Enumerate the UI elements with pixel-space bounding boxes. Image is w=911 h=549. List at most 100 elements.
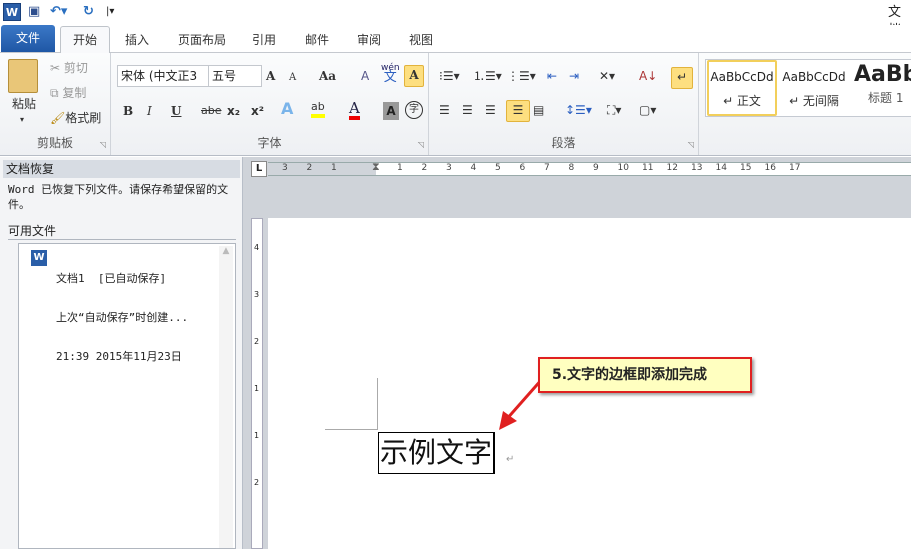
align-left-button[interactable]: ☰ <box>439 101 450 119</box>
text-effects-button[interactable]: A <box>281 100 293 118</box>
font-color-button[interactable]: A <box>349 100 360 120</box>
tab-insert[interactable]: 插入 <box>118 29 156 53</box>
character-shading-button[interactable]: A <box>383 102 399 120</box>
horizontal-ruler[interactable]: 3 2 1 1 2 3 4 5 6 7 8 9 10 11 12 13 14 15 16 17 ⧗ <box>268 160 911 176</box>
file-name: 文档1 [已自动保存] <box>56 272 167 285</box>
ribbon-tabs: 文件 开始 插入 页面布局 引用 邮件 审阅 视图 <box>0 25 911 54</box>
scrollbar[interactable]: ▲ <box>219 246 233 548</box>
ruler-tick-label: 3 <box>446 163 452 173</box>
tab-page-layout[interactable]: 页面布局 <box>170 29 234 53</box>
font-group-label: 字体 <box>257 136 282 150</box>
chinese-layout-button[interactable]: ✕▾ <box>599 67 615 85</box>
redo-icon[interactable]: ↻ <box>83 3 94 21</box>
shading-button[interactable]: ⛶▾ <box>607 101 621 119</box>
underline-button[interactable]: U <box>171 102 181 120</box>
grow-font-button[interactable]: A <box>266 67 275 85</box>
save-icon[interactable]: ▣ <box>28 3 40 21</box>
pane-title: 文档恢复 <box>3 160 240 178</box>
paint-bucket-icon: ⛶▾ <box>607 103 622 117</box>
tab-mailings[interactable]: 邮件 <box>298 29 336 53</box>
tab-view[interactable]: 视图 <box>402 29 440 53</box>
vertical-ruler-label: 4 <box>254 243 260 252</box>
styles-gallery: AaBbCcDd ↵ 正文 AaBbCcDd ↵ 无间隔 AaBb 标题 1 <box>705 59 911 117</box>
style-heading-1[interactable]: AaBb 标题 1 <box>854 60 911 114</box>
font-name-combo[interactable]: 宋体 (中文正3 <box>117 65 209 87</box>
highlight-button[interactable]: ab <box>311 100 325 118</box>
line-spacing-button[interactable]: ↕☰▾ <box>565 101 592 119</box>
bordered-sample-text[interactable]: 示例文字 <box>378 432 496 474</box>
file-time: 21:39 2015年11月23日 <box>56 350 182 363</box>
italic-button[interactable]: I <box>147 102 152 120</box>
superscript-button[interactable]: x² <box>251 102 264 120</box>
paste-icon[interactable] <box>8 59 38 93</box>
paragraph-group: ⁝☰▾ ⒈☰▾ ⋮☰▾ ⇤ ⇥ ✕▾ A↓ ↵ ☰ ☰ ☰ ☰ ▤ ↕☰▾ ⛶▾… <box>429 53 699 155</box>
indent-marker[interactable]: ⧗ <box>372 160 380 174</box>
customize-arrow-icon[interactable]: |▾ <box>106 3 114 21</box>
document-page[interactable]: 示例文字 ↵ 5.文字的边框即添加完成 <box>268 218 911 549</box>
recovery-message: Word 已恢复下列文件。请保存希望保留的文件。 <box>8 183 229 211</box>
shrink-font-button[interactable]: A <box>289 69 296 87</box>
style-normal[interactable]: AaBbCcDd ↵ 正文 <box>707 60 777 116</box>
tab-home[interactable]: 开始 <box>60 26 110 54</box>
paste-dropdown-icon[interactable]: ▾ <box>20 111 24 129</box>
distributed-button[interactable]: ▤ <box>533 101 544 119</box>
sort-button[interactable]: A↓ <box>639 67 657 85</box>
word-icon[interactable]: W <box>3 3 21 21</box>
bold-button[interactable]: B <box>123 102 133 120</box>
file-description: 上次“自动保存”时创建... <box>56 311 189 324</box>
tab-review[interactable]: 审阅 <box>350 29 388 53</box>
show-marks-button[interactable]: ↵ <box>671 67 693 89</box>
align-center-button[interactable]: ☰ <box>462 101 473 119</box>
tab-references[interactable]: 引用 <box>245 29 283 53</box>
dialog-launcher-icon[interactable]: ◹ <box>418 140 424 149</box>
bullets-icon: ⁝☰▾ <box>439 69 460 83</box>
style-no-spacing[interactable]: AaBbCcDd ↵ 无间隔 <box>779 60 849 114</box>
clipboard-group: 粘贴 ▾ ✂ 剪切 ⧉ 复制 🖌格式刷 剪贴板 ◹ <box>0 53 111 155</box>
cut-button[interactable]: ✂ 剪切 <box>50 59 88 77</box>
vertical-ruler[interactable]: 4 3 2 1 1 2 <box>251 218 263 549</box>
numbering-icon: ⒈☰▾ <box>473 69 502 83</box>
ruler-tick-label: 6 <box>519 163 526 173</box>
tab-stop-selector-icon[interactable]: L <box>251 161 267 177</box>
decrease-indent-button[interactable]: ⇤ <box>547 67 557 85</box>
enclose-characters-button[interactable]: 字 <box>405 101 423 119</box>
dialog-launcher-icon[interactable]: ◹ <box>100 140 106 149</box>
scroll-up-icon[interactable]: ▲ <box>223 246 230 256</box>
ribbon: 粘贴 ▾ ✂ 剪切 ⧉ 复制 🖌格式刷 剪贴板 ◹ 宋体 (中文正3 五号 A … <box>0 53 911 156</box>
clear-format-button[interactable]: A <box>361 67 369 85</box>
bullets-button[interactable]: ⁝☰▾ <box>439 67 460 85</box>
paragraph-group-label: 段落 <box>551 136 576 150</box>
character-border-button[interactable]: A <box>404 65 424 87</box>
borders-button[interactable]: ▢▾ <box>639 101 656 119</box>
align-right-icon: ☰ <box>485 103 496 117</box>
vertical-ruler-label: 2 <box>254 337 260 346</box>
paragraph-mark-icon: ↵ <box>676 70 688 84</box>
align-left-icon: ☰ <box>439 103 450 117</box>
format-painter-button[interactable]: 🖌格式刷 <box>50 109 101 127</box>
pinyin-guide-button[interactable]: wén 文 <box>381 63 400 84</box>
align-right-button[interactable]: ☰ <box>485 101 496 119</box>
copy-button[interactable]: ⧉ 复制 <box>50 84 86 102</box>
paragraph-mark: ↵ <box>506 454 515 465</box>
available-files-label: 可用文件 <box>8 223 236 240</box>
ruler-tick-label: 3 <box>282 163 288 173</box>
ruler-tick-label: 8 <box>568 163 575 173</box>
increase-indent-button[interactable]: ⇥ <box>569 67 579 85</box>
font-size-combo[interactable]: 五号 <box>208 65 262 87</box>
ruler-tick-label: 2 <box>421 163 428 173</box>
strikethrough-button[interactable]: abe <box>201 102 222 120</box>
multilevel-list-button[interactable]: ⋮☰▾ <box>507 67 536 85</box>
justify-button[interactable]: ☰ <box>506 100 530 122</box>
dialog-launcher-icon[interactable]: ◹ <box>688 140 694 149</box>
subscript-button[interactable]: x₂ <box>227 102 240 120</box>
change-case-button[interactable]: Aa <box>319 67 336 85</box>
ruler-tick-label: 5 <box>495 163 501 173</box>
ruler-tick-label: 4 <box>470 163 477 173</box>
ruler-tick-label: 15 <box>740 163 752 173</box>
undo-icon[interactable]: ↶▾ <box>50 3 67 21</box>
tab-file[interactable]: 文件 <box>1 25 55 52</box>
recovered-files-list: W 文档1 [已自动保存] 上次“自动保存”时创建... 21:39 2015年… <box>18 243 236 549</box>
recovered-file-item[interactable]: W 文档1 [已自动保存] 上次“自动保存”时创建... 21:39 2015年… <box>19 244 219 363</box>
margin-corner-mark <box>325 429 378 430</box>
numbering-button[interactable]: ⒈☰▾ <box>473 67 502 85</box>
